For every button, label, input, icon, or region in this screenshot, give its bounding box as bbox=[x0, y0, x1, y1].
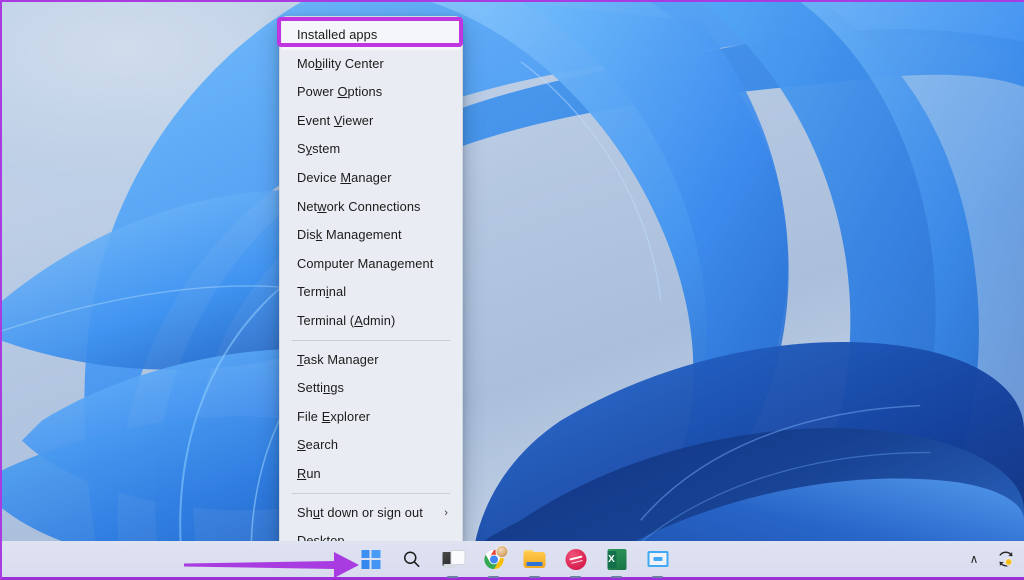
search-icon bbox=[404, 551, 420, 568]
file-explorer-button[interactable] bbox=[521, 545, 549, 573]
task-view-button[interactable] bbox=[439, 545, 467, 573]
menu-item-search[interactable]: Search bbox=[280, 431, 462, 460]
menu-item-label: Device Manager bbox=[297, 169, 392, 185]
menu-item-system[interactable]: System bbox=[280, 135, 462, 164]
blue-window-icon bbox=[647, 551, 668, 567]
menu-item-label: System bbox=[297, 141, 341, 157]
menu-item-task-manager[interactable]: Task Manager bbox=[280, 346, 462, 375]
menu-item-mobility-center[interactable]: Mobility Center bbox=[280, 50, 462, 79]
menu-item-power-options[interactable]: Power Options bbox=[280, 78, 462, 107]
chevron-up-icon: ∧ bbox=[969, 552, 979, 566]
red-app-button[interactable] bbox=[562, 545, 590, 573]
menu-separator bbox=[292, 339, 450, 341]
menu-item-label: Task Manager bbox=[297, 351, 379, 367]
folder-icon bbox=[523, 550, 546, 568]
menu-item-label: Shut down or sign out bbox=[297, 504, 423, 520]
menu-item-label: Settings bbox=[297, 380, 345, 396]
system-tray: ∧ bbox=[962, 541, 1018, 577]
menu-item-disk-management[interactable]: Disk Management bbox=[280, 221, 462, 250]
menu-item-label: File Explorer bbox=[297, 408, 371, 424]
excel-button[interactable]: X bbox=[603, 545, 631, 573]
windows-update-icon[interactable] bbox=[994, 547, 1018, 571]
desktop-wallpaper bbox=[2, 2, 1024, 580]
update-sync-icon bbox=[999, 551, 1013, 567]
menu-item-run[interactable]: Run bbox=[280, 460, 462, 489]
menu-item-label: Computer Management bbox=[297, 255, 434, 271]
menu-item-computer-management[interactable]: Computer Management bbox=[280, 250, 462, 279]
menu-item-device-manager[interactable]: Device Manager bbox=[280, 164, 462, 193]
show-hidden-icons[interactable]: ∧ bbox=[962, 547, 986, 571]
menu-separator bbox=[292, 492, 450, 494]
chrome-icon bbox=[483, 544, 508, 570]
menu-item-installed-apps[interactable]: Installed apps bbox=[282, 21, 460, 50]
menu-item-label: Installed apps bbox=[297, 27, 378, 42]
menu-item-label: Network Connections bbox=[297, 198, 421, 214]
menu-item-label: Terminal (Admin) bbox=[297, 312, 396, 328]
win-x-power-user-menu[interactable]: Installed apps Mobility Center Power Optio… bbox=[279, 16, 463, 563]
taskbar[interactable]: X ∧ bbox=[2, 541, 1024, 580]
avatar bbox=[495, 544, 508, 558]
desktop-screen: Installed apps Mobility Center Power Optio… bbox=[0, 0, 1024, 580]
excel-icon: X bbox=[607, 548, 626, 570]
chevron-right-icon: › bbox=[444, 506, 448, 519]
search-button[interactable] bbox=[398, 545, 426, 573]
taskbar-icon-group: X bbox=[357, 541, 672, 577]
menu-item-label: Terminal bbox=[297, 284, 347, 300]
menu-item-label: Search bbox=[297, 437, 339, 453]
red-circle-icon bbox=[565, 548, 586, 570]
chrome-button[interactable] bbox=[480, 544, 508, 573]
menu-item-settings[interactable]: Settings bbox=[280, 374, 462, 403]
menu-item-label: Event Viewer bbox=[297, 112, 374, 128]
menu-item-label: Power Options bbox=[297, 84, 383, 100]
menu-item-label: Run bbox=[297, 465, 321, 481]
blue-window-button[interactable] bbox=[644, 545, 672, 573]
widgets-icon bbox=[442, 550, 465, 568]
menu-item-terminal[interactable]: Terminal bbox=[280, 278, 462, 307]
menu-item-event-viewer[interactable]: Event Viewer bbox=[280, 107, 462, 136]
menu-item-file-explorer[interactable]: File Explorer bbox=[280, 403, 462, 432]
menu-item-label: Mobility Center bbox=[297, 55, 384, 71]
menu-item-terminal-admin[interactable]: Terminal (Admin) bbox=[280, 307, 462, 336]
menu-item-label: Disk Management bbox=[297, 227, 402, 243]
arrow-annotation bbox=[184, 552, 359, 578]
menu-item-network-connections[interactable]: Network Connections bbox=[280, 193, 462, 222]
menu-item-shut-down-or-sign-out[interactable]: Shut down or sign out › bbox=[280, 499, 462, 528]
